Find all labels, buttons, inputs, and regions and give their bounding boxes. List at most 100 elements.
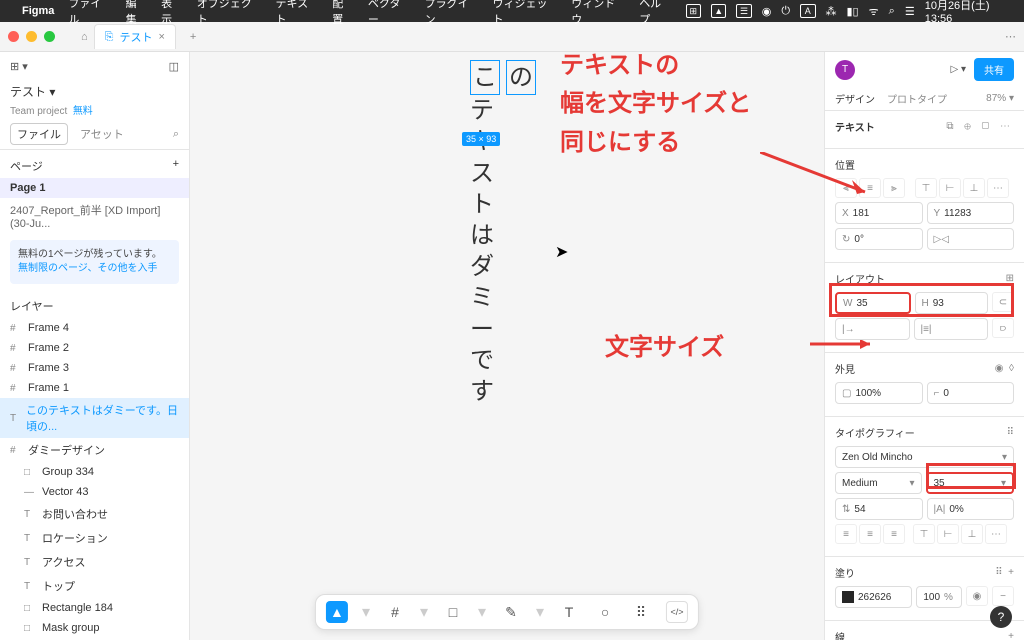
menu-text[interactable]: テキスト [275,0,318,27]
statusbar-record-icon[interactable]: ◉ [762,5,772,18]
stroke-add-icon[interactable]: + [1008,631,1014,640]
help-button[interactable]: ? [990,606,1012,628]
align-right-icon[interactable]: ⫸ [883,178,905,198]
typography-more-icon[interactable]: ⋯ [985,524,1007,544]
align-top-icon[interactable]: ⊤ [915,178,937,198]
align-vcenter-icon[interactable]: ⊢ [939,178,961,198]
minimize-button[interactable] [26,31,37,42]
present-icon[interactable]: ▷ ▾ [951,64,967,75]
menu-object[interactable]: オブジェクト [197,0,262,27]
frame-tool[interactable]: # [384,601,406,623]
layer-item[interactable]: □Rectangle 184 [0,598,189,618]
autolayout-icon[interactable]: ⊞ [1006,273,1014,284]
free-badge[interactable]: 無料 [73,106,93,117]
height-field[interactable]: H93 [915,292,989,314]
home-icon[interactable]: ⌂ [81,31,88,43]
add-page-icon[interactable]: + [173,158,179,174]
radius-field[interactable]: ⌐0 [927,382,1015,404]
page-item[interactable]: Page 1 [0,178,189,198]
move-tool[interactable]: ▲ [326,601,348,623]
canvas[interactable]: こ の テ キ ス ト は ダ ミ ー で す 35 × 93 テキストの 幅を… [190,52,824,640]
prototype-tab[interactable]: プロトタイプ [887,91,947,106]
layer-item[interactable]: □Group 334 [0,462,189,482]
maximize-button[interactable] [44,31,55,42]
align-more-icon[interactable]: ⋯ [987,178,1009,198]
text-align-left-icon[interactable]: ≡ [835,524,857,544]
document-tab[interactable]: ⎘ テスト × [94,24,176,49]
layer-item[interactable]: Tアクセス [0,550,189,574]
statusbar-a-icon[interactable]: A [800,4,815,18]
menu-plugin[interactable]: プラグイン [425,0,479,27]
letter-spacing-field[interactable]: |A|0% [927,498,1015,520]
statusbar-bluetooth-icon[interactable]: ⁂ [826,5,837,18]
menu-help[interactable]: ヘルプ [639,0,671,27]
section-icons[interactable]: ⧉ ⊕ ▢ ⋯ [946,121,1014,132]
font-weight-field[interactable]: Medium▾ [835,472,922,494]
design-tab[interactable]: デザイン [835,91,875,106]
statusbar-line-icon[interactable]: ☰ [736,4,751,18]
doc-title[interactable]: テスト ▾ [0,81,189,100]
layer-item[interactable]: #ダミーデザイン [0,438,189,462]
x-field[interactable]: X181 [835,202,923,224]
typography-settings-icon[interactable]: ⠿ [1007,427,1014,438]
layers-header[interactable]: レイヤー [10,298,54,314]
layer-item[interactable]: Tトップ [0,574,189,598]
titlebar-overflow-icon[interactable]: ⋯ [1005,30,1016,43]
user-avatar[interactable]: T [835,60,855,80]
font-family-field[interactable]: Zen Old Mincho▾ [835,446,1014,468]
zoom-control[interactable]: 87% ▾ [986,93,1014,104]
statusbar-control-icon[interactable]: ☰ [905,5,915,18]
layer-item[interactable]: #Frame 4 [0,318,189,338]
figma-menu-icon[interactable]: ⊞ ▾ [10,60,28,73]
fill-color-field[interactable]: 262626 [835,586,912,608]
vertical-text-object[interactable]: こ の テ キ ス ト は ダ ミ ー で す [470,60,536,407]
line-height-field[interactable]: ⇅54 [835,498,923,520]
statusbar-battery-icon[interactable]: ▮▯ [847,5,859,18]
actions-tool[interactable]: ⠿ [630,601,652,623]
text-valign-top-icon[interactable]: ⊤ [913,524,935,544]
menu-arrange[interactable]: 配置 [332,0,354,27]
fill-remove-icon[interactable]: − [992,586,1014,606]
layer-item[interactable]: —Vector 43 [0,482,189,502]
menu-file[interactable]: ファイル [68,0,111,27]
asset-tab[interactable]: アセット [80,126,124,142]
pen-tool[interactable]: ✎ [500,601,522,623]
search-icon[interactable]: ⌕ [173,128,179,141]
opacity-field[interactable]: ▢100% [835,382,923,404]
comment-tool[interactable]: ○ [594,601,616,623]
text-valign-mid-icon[interactable]: ⊢ [937,524,959,544]
statusbar-icon[interactable]: ⊞ [686,4,701,18]
dev-mode-toggle[interactable]: </> [666,601,688,623]
file-tab[interactable]: ファイル [10,123,68,145]
font-size-field[interactable]: 35▾ [926,472,1015,494]
rotation-field[interactable]: ↻0° [835,228,923,250]
fill-actions[interactable]: ⠿ + [995,567,1014,578]
share-button[interactable]: 共有 [974,58,1014,81]
statusbar-clock[interactable]: 10月26日(土) 13:56 [925,0,1016,25]
menu-vector[interactable]: ベクター [368,0,411,27]
menu-view[interactable]: 表示 [161,0,183,27]
statusbar-search-icon[interactable]: ⌕ [889,5,895,18]
layer-item[interactable]: #Frame 3 [0,358,189,378]
width-field[interactable]: W35 [835,292,911,314]
y-field[interactable]: Y11283 [927,202,1015,224]
menu-window[interactable]: ウィンドウ [571,0,625,27]
shape-tool[interactable]: □ [442,601,464,623]
fill-visible-icon[interactable]: ◉ [966,586,988,606]
tab-close-icon[interactable]: × [158,31,164,43]
close-button[interactable] [8,31,19,42]
appearance-icons[interactable]: ◉ ◊ [995,363,1014,374]
statusbar-icon[interactable]: ▲ [711,4,726,18]
new-tab-button[interactable]: + [182,31,204,43]
panel-collapse-icon[interactable]: ◫ [169,60,179,73]
text-align-right-icon[interactable]: ≡ [883,524,905,544]
layer-item[interactable]: Tこのテキストはダミーです。日頃の... [0,398,189,438]
menu-widget[interactable]: ウィジェット [493,0,558,27]
upgrade-link[interactable]: 無制限のページ、その他を入手 [18,263,158,274]
layer-item[interactable]: □Mask group [0,618,189,638]
constrain-icon[interactable]: ⊂ [992,292,1014,312]
layer-item[interactable]: #Frame 2 [0,338,189,358]
layer-item[interactable]: Tロケーション [0,526,189,550]
page-item[interactable]: 2407_Report_前半 [XD Import] (30-Ju... [0,198,189,234]
text-valign-bot-icon[interactable]: ⊥ [961,524,983,544]
